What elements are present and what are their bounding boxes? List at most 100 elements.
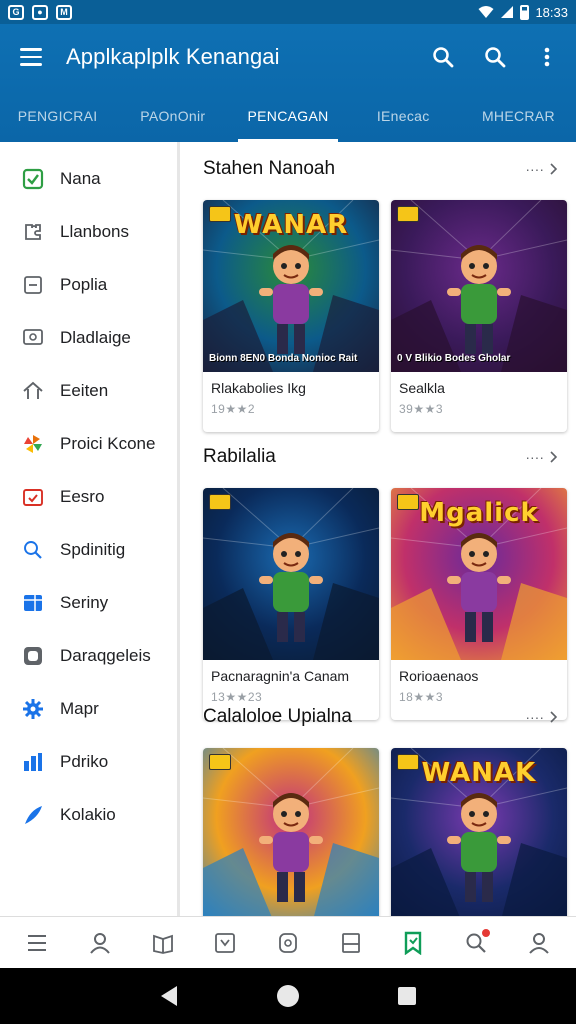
tab-3[interactable]: PENCAGAN xyxy=(230,90,345,142)
feather-icon xyxy=(22,804,44,826)
sidebar-item-12[interactable]: Pdriko xyxy=(0,735,177,788)
game-logo-text: WANAR xyxy=(233,210,349,240)
tab-4[interactable]: IEnecac xyxy=(346,90,461,142)
sidebar-item-label: Eesro xyxy=(60,486,105,506)
game-logo-text: WANAK xyxy=(421,758,537,788)
list-icon[interactable] xyxy=(17,923,57,963)
bar-chart-icon xyxy=(22,751,44,773)
section-header: Calaloloe Upialna ···· xyxy=(203,702,558,732)
search-person-icon xyxy=(22,539,44,561)
system-nav-bar xyxy=(0,968,576,1024)
sidebar-item-4[interactable]: Dladlaige xyxy=(0,311,177,364)
sidebar-item-13[interactable]: Kolakio xyxy=(0,788,177,841)
chat-bubble-icon xyxy=(22,327,44,349)
game-rating: 18★★3 xyxy=(399,690,444,704)
tab-2[interactable]: PAOnOnir xyxy=(115,90,230,142)
status-bar: G ● M 18:33 xyxy=(0,0,576,24)
sidebar: Nana Llanbons Poplia Dladlaige Eeiten Proici … xyxy=(0,142,180,916)
puzzle-icon xyxy=(22,221,44,243)
battery-icon xyxy=(520,4,530,20)
sidebar-item-label: Daraqgeleis xyxy=(60,645,151,665)
game-rating: 13★★23 xyxy=(211,690,263,704)
sidebar-item-label: Nana xyxy=(60,168,101,188)
section-header: Rabilalia ···· xyxy=(203,442,558,472)
notification-g-icon: G xyxy=(8,4,24,20)
sidebar-item-8[interactable]: Spdinitig xyxy=(0,523,177,576)
notification-mail-icon: M xyxy=(56,4,72,20)
see-more-link[interactable]: ···· xyxy=(525,449,558,465)
tab-bar: PENGICRAI PAOnOnir PENCAGAN IEnecac MHECRAR xyxy=(0,90,576,142)
sidebar-item-5[interactable]: Eeiten xyxy=(0,364,177,417)
calendar-check-icon xyxy=(22,486,44,508)
sidebar-item-label: Pdriko xyxy=(60,751,109,771)
more-dots: ···· xyxy=(525,449,544,465)
recents-icon[interactable] xyxy=(387,976,427,1016)
sidebar-item-6[interactable]: Proici Kcone xyxy=(0,417,177,470)
sidebar-item-10[interactable]: Daraqgeleis xyxy=(0,629,177,682)
game-title: Rorioaenaos xyxy=(399,668,479,684)
game-card[interactable]: Mgalick Rorioaenaos 18★★3 xyxy=(391,488,567,720)
see-more-link[interactable]: ···· xyxy=(525,161,558,177)
bookmark-icon[interactable] xyxy=(393,923,433,963)
search-icon[interactable] xyxy=(456,923,496,963)
gamepad-icon[interactable] xyxy=(268,923,308,963)
sidebar-item-label: Seriny xyxy=(60,592,109,612)
more-dots: ···· xyxy=(525,709,544,725)
status-time: 18:33 xyxy=(535,4,568,20)
more-dots: ···· xyxy=(525,161,544,177)
sidebar-item-9[interactable]: Seriny xyxy=(0,576,177,629)
chevron-right-icon xyxy=(550,451,558,463)
pinwheel-icon xyxy=(22,433,44,455)
sidebar-item-label: Mapr xyxy=(60,698,99,718)
sidebar-item-label: Llanbons xyxy=(60,221,130,241)
notification-badge xyxy=(481,928,490,937)
sidebar-item-11[interactable]: Mapr xyxy=(0,682,177,735)
section-2: Rabilalia ···· Pacnaragnin'a Canam 13★★2… xyxy=(183,442,576,722)
person-icon[interactable] xyxy=(80,923,120,963)
sidebar-item-7[interactable]: Eesro xyxy=(0,470,177,523)
menu-icon[interactable] xyxy=(14,40,48,74)
game-thumbnail[interactable]: WANAR Bionn 8EN0 Bonda Nonioc Rait xyxy=(203,200,379,372)
download-box-icon[interactable] xyxy=(205,923,245,963)
section-3: Calaloloe Upialna ···· Mamgragani's Lama… xyxy=(183,702,576,916)
game-thumbnail[interactable] xyxy=(203,488,379,660)
tab-5[interactable]: MHECRAR xyxy=(461,90,576,142)
square-outline-icon xyxy=(22,645,44,667)
see-more-link[interactable]: ···· xyxy=(525,709,558,725)
wifi-icon xyxy=(478,6,494,18)
home-icon[interactable] xyxy=(268,976,308,1016)
more-vert-icon[interactable] xyxy=(532,42,562,72)
back-icon[interactable] xyxy=(149,976,189,1016)
gear-icon xyxy=(22,698,44,720)
sidebar-item-label: Kolakio xyxy=(60,804,116,824)
game-card[interactable]: WANAR Bionn 8EN0 Bonda Nonioc Rait Rlakab… xyxy=(203,200,379,432)
game-thumbnail[interactable]: WANAK xyxy=(391,748,567,916)
game-thumbnail[interactable]: Mgalick xyxy=(391,488,567,660)
game-title: Rlakabolies Ikg xyxy=(211,380,306,396)
game-card[interactable]: 0 V Blikio Bodes Gholar Sealkla 39★★3 xyxy=(391,200,567,432)
sidebar-item-1[interactable]: Nana xyxy=(0,152,177,205)
sidebar-item-3[interactable]: Poplia xyxy=(0,258,177,311)
section-title: Calaloloe Upialna xyxy=(203,706,352,727)
game-thumbnail[interactable]: 0 V Blikio Bodes Gholar xyxy=(391,200,567,372)
book-icon[interactable] xyxy=(143,923,183,963)
chevron-right-icon xyxy=(550,163,558,175)
game-card[interactable]: Mamgragani's Lamar xyxy=(203,748,379,916)
game-card[interactable]: Pacnaragnin'a Canam 13★★23 xyxy=(203,488,379,720)
game-card[interactable]: WANAK Posangorgnit's Gariga xyxy=(391,748,567,916)
search-icon[interactable] xyxy=(428,42,458,72)
game-thumbnail[interactable] xyxy=(203,748,379,916)
app-title: Applkaplplk Kenangai xyxy=(66,44,280,69)
sidebar-item-label: Proici Kcone xyxy=(60,433,156,453)
game-title: Sealkla xyxy=(399,380,445,396)
game-rating: 19★★2 xyxy=(211,402,256,416)
sidebar-item-2[interactable]: Llanbons xyxy=(0,205,177,258)
section-title: Rabilalia xyxy=(203,446,276,467)
account-icon[interactable] xyxy=(519,923,559,963)
game-art-caption: 0 V Blikio Bodes Gholar xyxy=(397,353,511,364)
chevron-right-icon xyxy=(550,711,558,723)
search-alt-icon[interactable] xyxy=(480,42,510,72)
tab-1[interactable]: PENGICRAI xyxy=(0,90,115,142)
receipt-icon[interactable] xyxy=(331,923,371,963)
minus-box-icon xyxy=(22,274,44,296)
